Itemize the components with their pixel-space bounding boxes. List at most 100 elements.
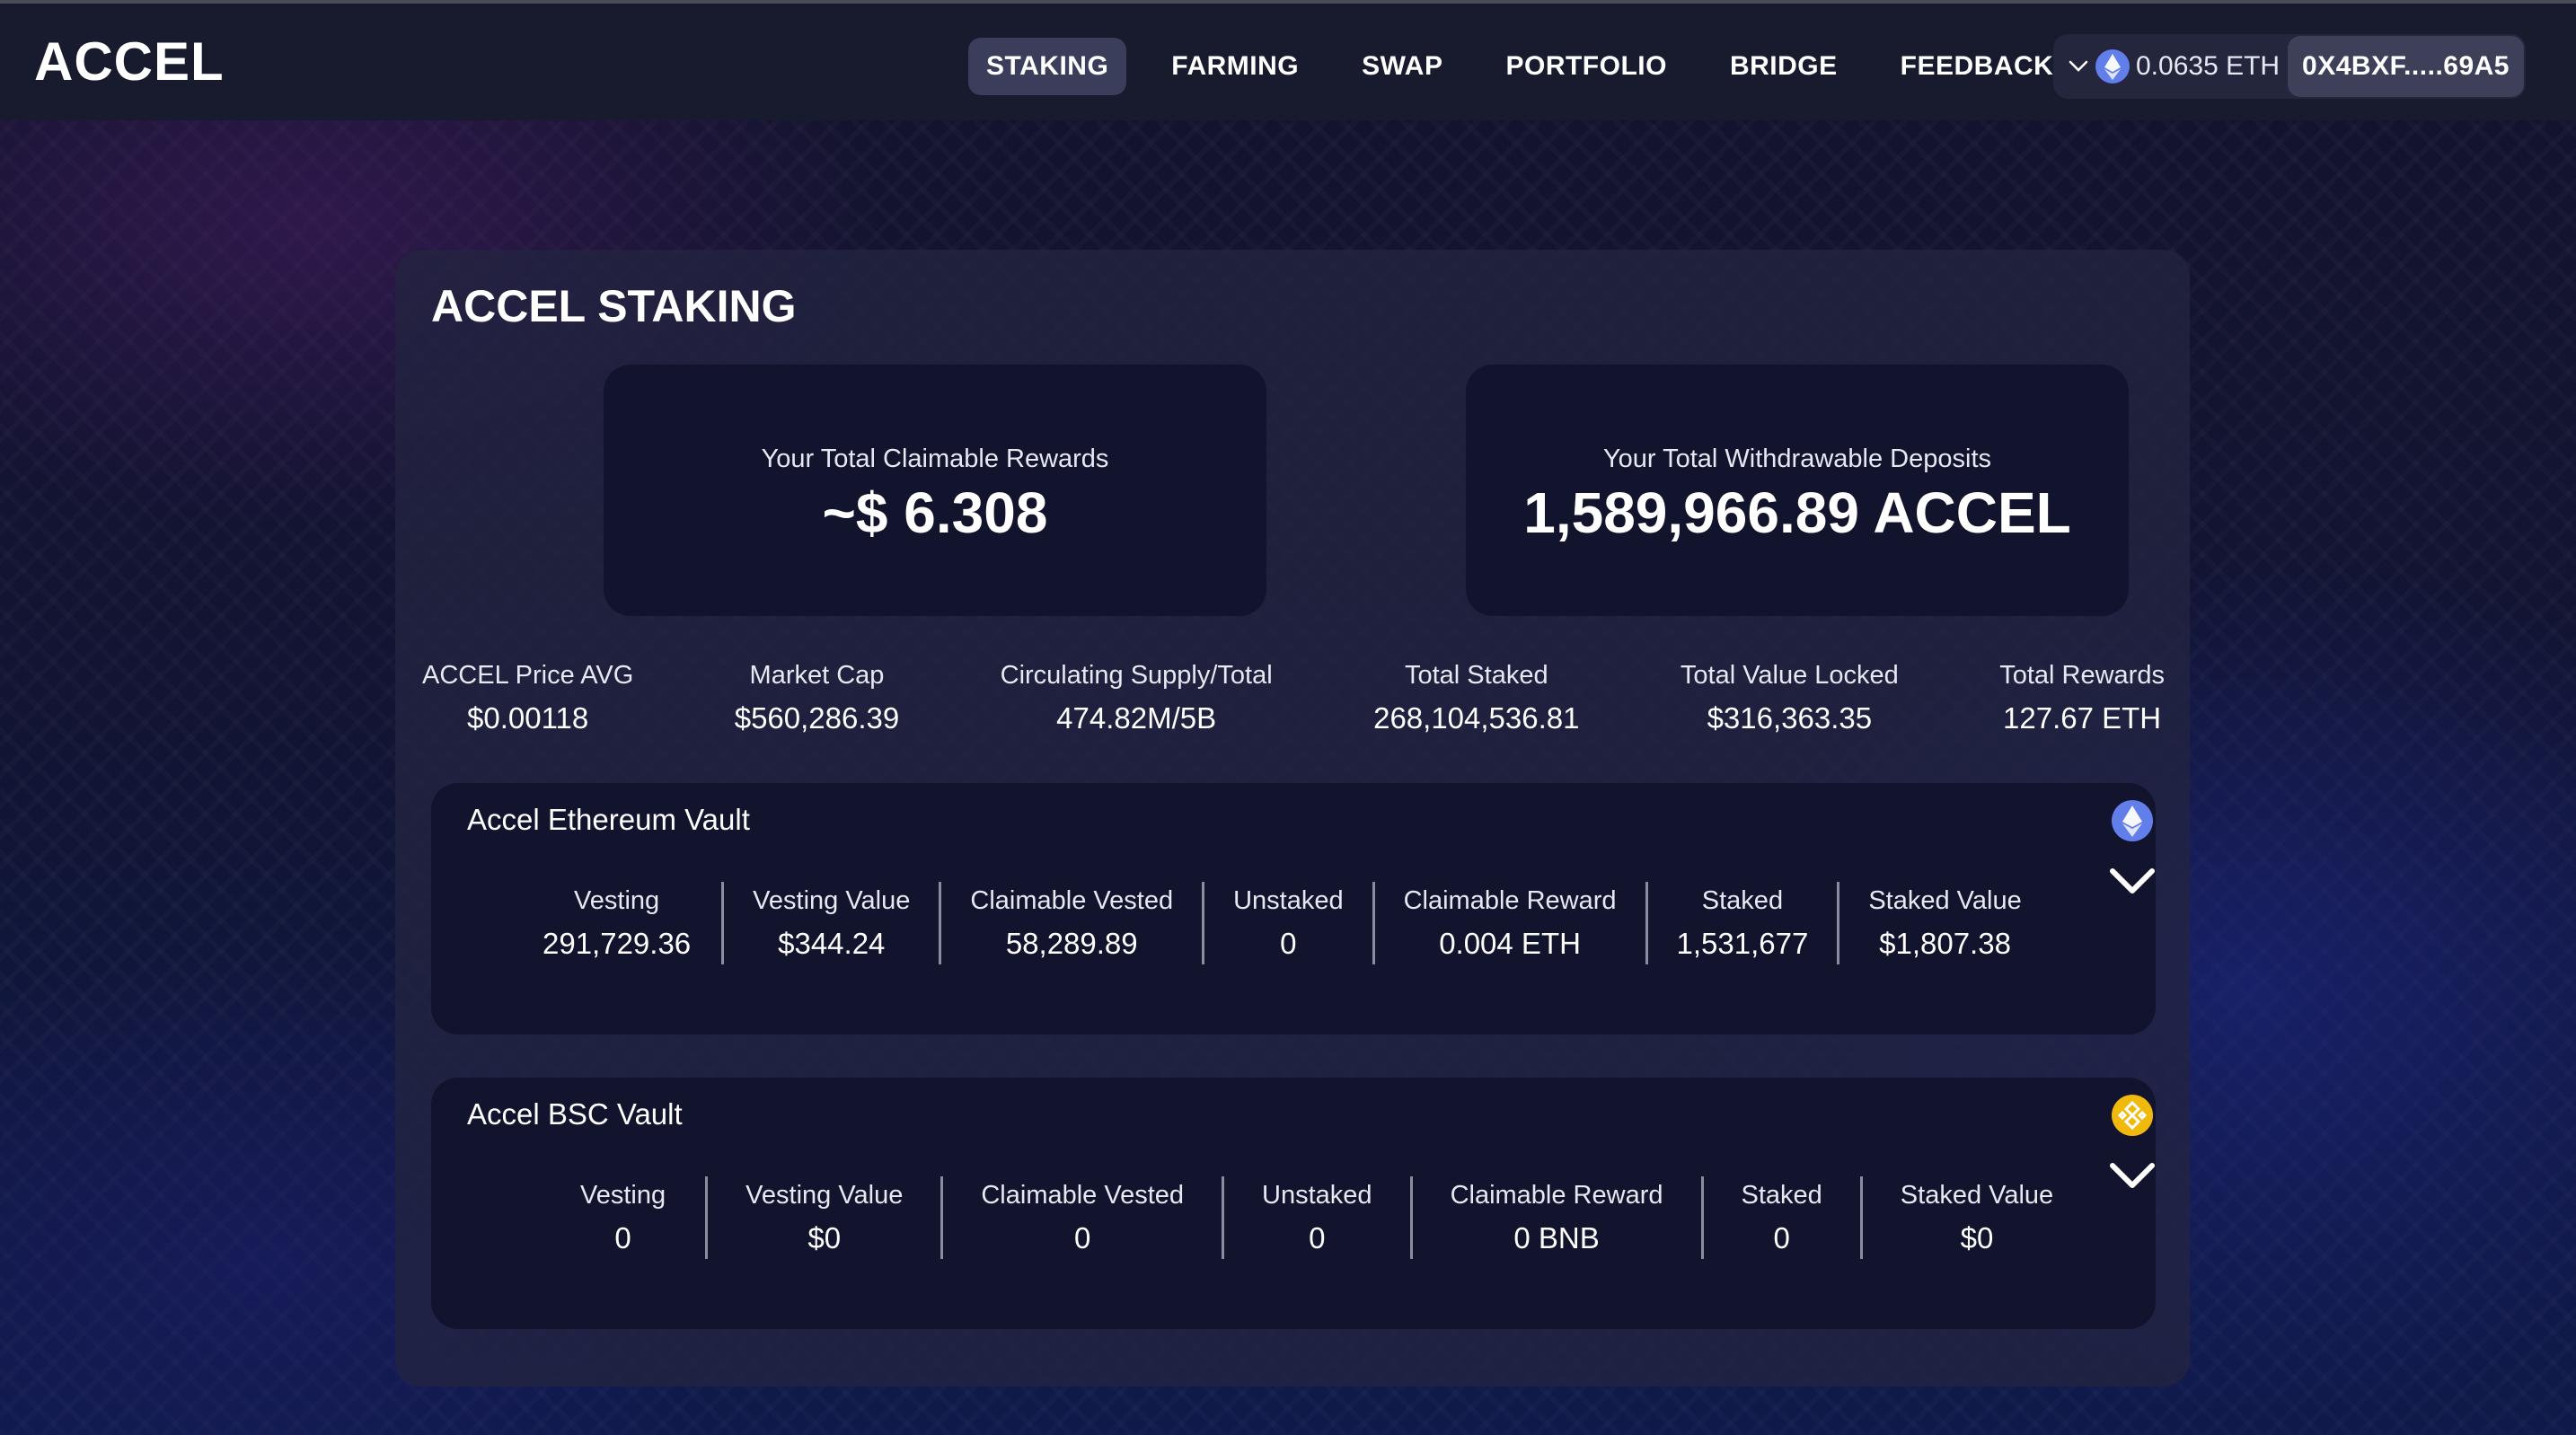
withdrawable-deposits-card: Your Total Withdrawable Deposits 1,589,9… xyxy=(1466,365,2129,616)
column-divider xyxy=(1645,882,1648,964)
col-value: 0.004 ETH xyxy=(1439,926,1581,960)
vault-col-staked-value: Staked Value $1,807.38 xyxy=(1868,880,2021,966)
stat-total-rewards: Total Rewards 127.67 ETH xyxy=(1999,661,2165,735)
wallet-balance: 0.0635 ETH xyxy=(2136,51,2280,81)
col-value: 0 BNB xyxy=(1513,1220,1600,1255)
col-label: Claimable Vested xyxy=(981,1180,1185,1210)
nav-farming[interactable]: FARMING xyxy=(1153,38,1317,95)
bsc-vault-card: Accel BSC Vault Vesting 0 Vesting Value … xyxy=(431,1078,2156,1329)
stat-value: 268,104,536.81 xyxy=(1373,701,1580,735)
column-divider xyxy=(940,1176,944,1259)
stat-circulating-supply: Circulating Supply/Total 474.82M/5B xyxy=(1001,661,1273,735)
col-value: 291,729.36 xyxy=(543,926,692,960)
col-value: 0 xyxy=(614,1220,631,1255)
column-divider xyxy=(1859,1176,1863,1259)
wallet-address-button[interactable]: 0X4BXF.....69A5 xyxy=(2288,36,2524,97)
col-value: $0 xyxy=(807,1220,842,1255)
col-value: $344.24 xyxy=(778,926,886,960)
wallet-widget[interactable]: 0.0635 ETH 0X4BXF.....69A5 xyxy=(2053,34,2526,99)
ethereum-icon xyxy=(2111,799,2154,842)
stat-value: 127.67 ETH xyxy=(2003,701,2162,735)
vault-title: Accel Ethereum Vault xyxy=(467,803,750,836)
col-value: 1,531,677 xyxy=(1676,926,1809,960)
col-label: Claimable Vested xyxy=(970,885,1174,915)
column-divider xyxy=(721,882,725,964)
col-value: 0 xyxy=(1309,1220,1326,1255)
col-value: 0 xyxy=(1280,926,1297,960)
vault-col-staked: Staked 1,531,677 xyxy=(1677,880,1809,966)
column-divider xyxy=(939,882,942,964)
col-value: 0 xyxy=(1773,1220,1790,1255)
col-label: Staked xyxy=(1741,1180,1822,1210)
col-label: Claimable Reward xyxy=(1450,1180,1663,1210)
nav-swap[interactable]: SWAP xyxy=(1344,38,1460,95)
ethereum-icon xyxy=(2095,48,2130,84)
stat-label: ACCEL Price AVG xyxy=(422,661,634,690)
vault-columns: Vesting 291,729.36 Vesting Value $344.24… xyxy=(431,880,2022,966)
vault-col-vesting: Vesting 0 xyxy=(580,1175,666,1261)
stat-value: $316,363.35 xyxy=(1707,701,1873,735)
stats-row: ACCEL Price AVG $0.00118 Market Cap $560… xyxy=(422,661,2165,735)
col-value: 0 xyxy=(1074,1220,1091,1255)
logo-text: ACCEL xyxy=(34,31,225,92)
col-label: Staked xyxy=(1701,885,1784,915)
stat-label: Total Value Locked xyxy=(1680,661,1899,690)
column-divider xyxy=(1372,882,1375,964)
column-divider xyxy=(1837,882,1840,964)
vault-col-unstaked: Unstaked 0 xyxy=(1233,880,1344,966)
nav-bridge[interactable]: BRIDGE xyxy=(1712,38,1856,95)
column-divider xyxy=(1202,882,1205,964)
staking-panel: ACCEL STAKING Your Total Claimable Rewar… xyxy=(395,250,2190,1387)
accel-logo[interactable]: ACCEL xyxy=(34,31,225,92)
vault-col-claimable-reward: Claimable Reward 0.004 ETH xyxy=(1404,880,1617,966)
col-label: Claimable Reward xyxy=(1403,885,1617,915)
chevron-down-icon[interactable] xyxy=(2062,60,2095,73)
withdrawable-deposits-label: Your Total Withdrawable Deposits xyxy=(1602,444,1991,473)
stat-value: $560,286.39 xyxy=(734,701,900,735)
stat-label: Market Cap xyxy=(749,661,885,690)
col-value: $1,807.38 xyxy=(1879,926,2011,960)
col-value: $0 xyxy=(1960,1220,1994,1255)
stat-total-staked: Total Staked 268,104,536.81 xyxy=(1373,661,1579,735)
col-label: Vesting xyxy=(574,885,660,915)
expand-chevron-icon[interactable] xyxy=(2107,1158,2157,1194)
vault-columns: Vesting 0 Vesting Value $0 Claimable Ves… xyxy=(431,1175,2053,1261)
column-divider xyxy=(1700,1176,1704,1259)
stat-value: 474.82M/5B xyxy=(1056,701,1217,735)
vault-col-claimable-vested: Claimable Vested 58,289.89 xyxy=(970,880,1173,966)
claimable-rewards-card: Your Total Claimable Rewards ~$ 6.308 xyxy=(604,365,1266,616)
ethereum-vault-card: Accel Ethereum Vault Vesting 291,729.36 … xyxy=(431,783,2156,1034)
stat-label: Total Rewards xyxy=(1999,661,2165,690)
vault-col-vesting-value: Vesting Value $344.24 xyxy=(753,880,910,966)
claimable-rewards-label: Your Total Claimable Rewards xyxy=(761,444,1109,473)
vault-col-staked-value: Staked Value $0 xyxy=(1901,1175,2053,1261)
stat-label: Circulating Supply/Total xyxy=(1000,661,1273,690)
nav-portfolio[interactable]: PORTFOLIO xyxy=(1487,38,1685,95)
col-label: Unstaked xyxy=(1262,1180,1372,1210)
col-label: Vesting Value xyxy=(753,885,911,915)
nav-feedback[interactable]: FEEDBACK xyxy=(1883,38,2072,95)
column-divider xyxy=(1222,1176,1225,1259)
col-label: Vesting xyxy=(580,1180,666,1210)
bnb-icon xyxy=(2111,1094,2154,1137)
withdrawable-deposits-value: 1,589,966.89 ACCEL xyxy=(1523,480,2071,545)
col-label: Staked Value xyxy=(1868,885,2022,915)
stat-total-value-locked: Total Value Locked $316,363.35 xyxy=(1681,661,1899,735)
vault-col-claimable-vested: Claimable Vested 0 xyxy=(981,1175,1184,1261)
top-navbar: ACCEL STAKING FARMING SWAP PORTFOLIO BRI… xyxy=(0,0,2576,120)
stat-price-avg: ACCEL Price AVG $0.00118 xyxy=(422,661,633,735)
stat-value: $0.00118 xyxy=(467,701,589,735)
nav-staking[interactable]: STAKING xyxy=(968,38,1127,95)
claimable-rewards-value: ~$ 6.308 xyxy=(822,480,1048,545)
column-divider xyxy=(1409,1176,1413,1259)
stat-market-cap: Market Cap $560,286.39 xyxy=(735,661,900,735)
vault-col-staked: Staked 0 xyxy=(1742,1175,1822,1261)
col-label: Staked Value xyxy=(1900,1180,2054,1210)
col-label: Unstaked xyxy=(1233,885,1344,915)
stat-label: Total Staked xyxy=(1404,661,1548,690)
expand-chevron-icon[interactable] xyxy=(2107,864,2157,900)
page-title: ACCEL STAKING xyxy=(431,281,797,331)
vault-col-vesting-value: Vesting Value $0 xyxy=(745,1175,903,1261)
col-label: Vesting Value xyxy=(745,1180,904,1210)
vault-col-unstaked: Unstaked 0 xyxy=(1262,1175,1372,1261)
